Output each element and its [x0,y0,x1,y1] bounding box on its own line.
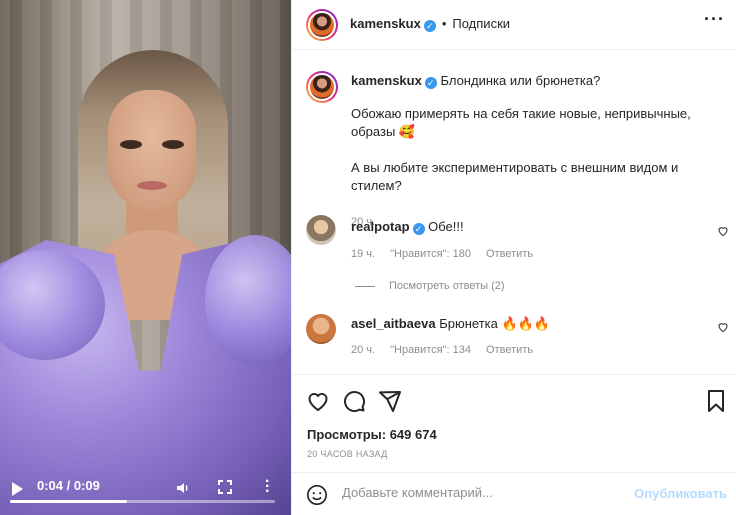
comment-time[interactable]: 19 ч. [351,248,375,260]
verified-icon: ✓ [423,20,436,32]
comment-username[interactable]: asel_aitbaeva [351,316,436,331]
share-icon[interactable] [378,389,402,413]
comment-text: Брюнетка 🔥🔥🔥 [439,316,551,331]
video-eye [162,140,184,149]
following-button[interactable]: Подписки [452,16,510,31]
comment-time[interactable]: 20 ч. [351,344,375,356]
caption-line2: Обожаю примерять на себя такие новые, не… [351,106,691,139]
comment-reply-button[interactable]: Ответить [486,344,533,356]
video-time: 0:04 / 0:09 [37,478,100,493]
caption-avatar[interactable] [306,71,338,103]
comment-line: realpotap ✓ Обе!!! [351,219,464,235]
comment-username[interactable]: realpotap [351,219,410,234]
verified-icon: ✓ [424,77,437,89]
video-more-icon[interactable]: · · · [265,474,270,500]
comment-avatar[interactable] [306,215,336,245]
publish-button[interactable]: Опубликовать [634,486,727,501]
view-replies-button[interactable]: Посмотреть ответы (2) [355,280,505,292]
like-comment-icon[interactable] [717,321,729,333]
volume-icon[interactable] [175,480,191,496]
comment-line: asel_aitbaeva Брюнетка 🔥🔥🔥 [351,316,550,332]
author-avatar[interactable] [306,9,338,41]
add-comment-bar: Опубликовать [292,472,736,515]
separator-dot: • [441,16,447,31]
comment-likes[interactable]: "Нравится": 134 [390,344,471,356]
view-replies-label: Посмотреть ответы (2) [389,280,505,292]
comment-reply-button[interactable]: Ответить [486,248,533,260]
comments-area: kamenskux ✓ Блондинка или брюнетка? Обожа… [292,51,736,373]
video-face [108,90,196,210]
post-actions: Просмотры: 649 674 20 ЧАСОВ НАЗАД [292,374,736,472]
post-panel: kamenskux ✓ • Подписки ··· kamenskux ✓ Блонд… [291,0,736,515]
like-comment-icon[interactable] [717,225,729,237]
video-progress-bar[interactable] [10,500,275,503]
comment-avatar[interactable] [306,314,336,344]
caption-line1: Блондинка или брюнетка? [440,73,601,88]
video-eye [120,140,142,149]
comment-text: Обе!!! [428,219,464,234]
fullscreen-icon[interactable] [218,480,232,494]
comment-icon[interactable] [342,389,366,413]
replies-line [355,285,375,287]
caption-header: kamenskux ✓ Блондинка или брюнетка? [351,72,600,90]
more-options-icon[interactable]: ··· [704,9,725,30]
video-progress-fill [10,500,127,503]
comment-likes[interactable]: "Нравится": 180 [390,248,471,260]
like-icon[interactable] [306,389,330,413]
posted-time[interactable]: 20 ЧАСОВ НАЗАД [307,449,388,459]
save-icon[interactable] [706,389,726,413]
emoji-icon[interactable] [306,484,328,506]
caption-body: Обожаю примерять на себя такие новые, не… [351,105,726,231]
header-username[interactable]: kamenskux [350,16,421,31]
play-icon[interactable] [12,482,23,496]
comment-meta: 20 ч. "Нравится": 134 Ответить [351,344,545,356]
header-user-line: kamenskux ✓ • Подписки [350,16,510,32]
video-lips [137,181,167,190]
caption-line3: А вы любите экспериментировать с внешним… [351,160,679,193]
comment-input[interactable] [342,485,622,500]
post-video[interactable]: 0:04 / 0:09 · · · [0,0,291,515]
post-header: kamenskux ✓ • Подписки ··· [292,0,736,50]
caption-username[interactable]: kamenskux [351,73,422,88]
comment-meta: 19 ч. "Нравится": 180 Ответить [351,248,545,260]
video-controls: 0:04 / 0:09 · · · [0,473,291,515]
verified-icon: ✓ [412,223,425,235]
views-count: Просмотры: 649 674 [307,427,437,442]
